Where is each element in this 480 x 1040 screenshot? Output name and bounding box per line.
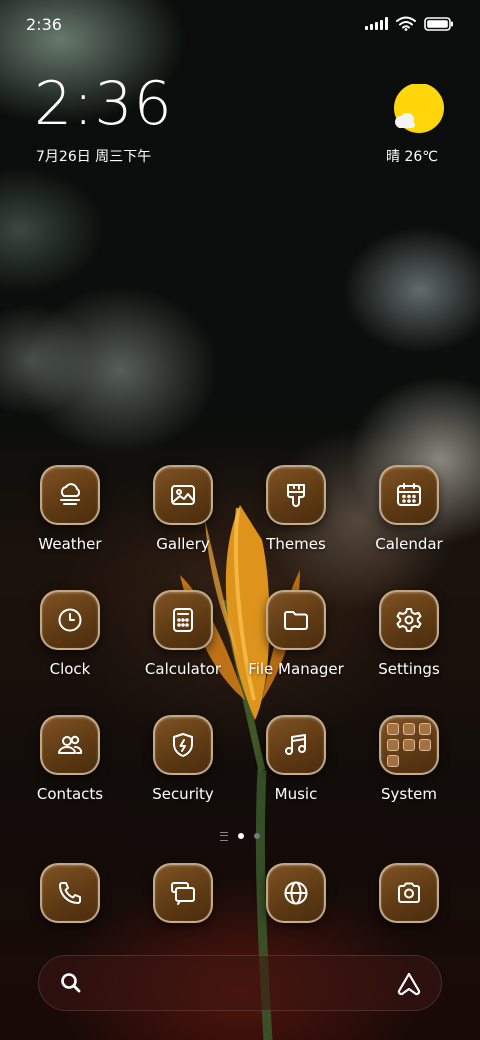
page-dot[interactable] <box>254 833 260 839</box>
status-icons <box>365 16 454 31</box>
app-music[interactable]: Music <box>241 715 351 803</box>
search-icon[interactable] <box>59 971 83 995</box>
folder-icon <box>266 590 326 650</box>
signal-icon <box>365 17 388 30</box>
status-bar: 2:36 <box>0 0 480 50</box>
app-security[interactable]: Security <box>128 715 238 803</box>
app-label: File Manager <box>248 660 344 678</box>
calculator-icon <box>153 590 213 650</box>
camera-icon <box>379 863 439 923</box>
contacts-icon <box>40 715 100 775</box>
gear-icon <box>379 590 439 650</box>
battery-icon <box>424 16 453 31</box>
assistant-icon[interactable] <box>395 970 423 998</box>
app-clock[interactable]: Clock <box>15 590 125 678</box>
app-file-manager[interactable]: File Manager <box>241 590 351 678</box>
shield-icon <box>153 715 213 775</box>
app-label: Contacts <box>36 785 104 803</box>
dock-camera[interactable] <box>354 863 464 923</box>
dock-phone[interactable] <box>15 863 125 923</box>
browser-icon <box>266 863 326 923</box>
dock-messages[interactable] <box>128 863 238 923</box>
app-label: System <box>381 785 437 803</box>
app-label: Gallery <box>156 535 210 553</box>
app-settings[interactable]: Settings <box>354 590 464 678</box>
folder-grid-icon <box>379 715 439 775</box>
weather-sun-icon[interactable] <box>392 84 444 136</box>
clock-widget-date: 7月26日 周三下午 <box>36 149 152 165</box>
calendar-icon <box>379 465 439 525</box>
app-label: Security <box>152 785 214 803</box>
clock-icon <box>40 590 100 650</box>
page-list-icon[interactable] <box>220 831 228 841</box>
app-label: Calendar <box>375 535 443 553</box>
weather-widget-text: 晴 26℃ <box>386 149 438 165</box>
app-label: Calculator <box>144 660 222 678</box>
weather-icon <box>40 465 100 525</box>
page-dot-active[interactable] <box>238 833 244 839</box>
app-label: Weather <box>38 535 102 553</box>
app-system-folder[interactable]: System <box>354 715 464 803</box>
app-calculator[interactable]: Calculator <box>128 590 238 678</box>
themes-icon <box>266 465 326 525</box>
app-calendar[interactable]: Calendar <box>354 465 464 553</box>
wifi-icon <box>396 16 416 31</box>
page-indicator[interactable] <box>200 830 280 842</box>
music-icon <box>266 715 326 775</box>
status-time: 2:36 <box>26 15 62 34</box>
dock-browser[interactable] <box>241 863 351 923</box>
app-themes[interactable]: Themes <box>241 465 351 553</box>
app-weather[interactable]: Weather <box>15 465 125 553</box>
app-contacts[interactable]: Contacts <box>15 715 125 803</box>
app-gallery[interactable]: Gallery <box>128 465 238 553</box>
phone-icon <box>40 863 100 923</box>
search-bar[interactable] <box>38 955 442 1011</box>
messages-icon <box>153 863 213 923</box>
clock-widget-time[interactable]: 2:36 <box>34 74 173 134</box>
gallery-icon <box>153 465 213 525</box>
app-label: Settings <box>378 660 440 678</box>
app-label: Themes <box>266 535 326 553</box>
app-label: Music <box>274 785 318 803</box>
app-label: Clock <box>49 660 91 678</box>
